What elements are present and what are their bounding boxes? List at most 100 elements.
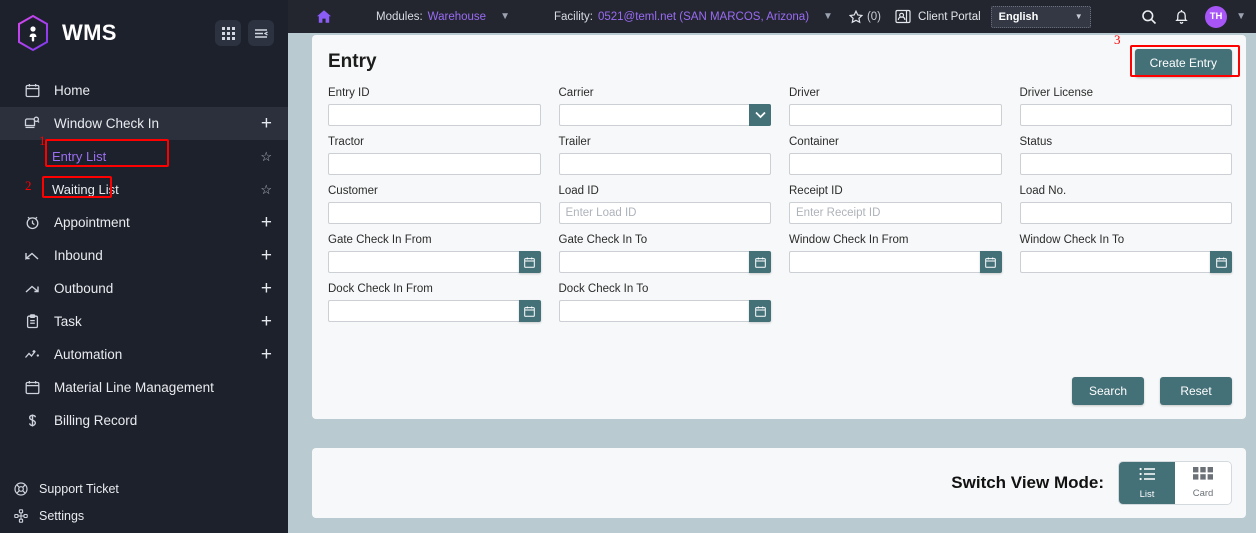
calendar-picker-icon[interactable] (749, 251, 771, 273)
expand-plus-icon[interactable]: + (261, 312, 272, 331)
field-label: Gate Check In To (558, 234, 648, 246)
sidebar-item-window-check-in[interactable]: Window Check In + (0, 107, 288, 140)
sidebar-item-automation[interactable]: Automation + (0, 338, 288, 371)
gate-check-in-to-input[interactable] (558, 251, 749, 273)
form-row: Gate Check In From Gate Check In To Wind… (328, 234, 1232, 273)
sidebar-item-settings[interactable]: Settings (0, 502, 288, 529)
field-load-no: Load No. (1019, 185, 1232, 224)
create-entry-button[interactable]: Create Entry (1134, 49, 1232, 77)
dock-check-in-to-input[interactable] (558, 300, 749, 322)
field-label: Tractor (328, 136, 364, 148)
sidebar-bottom-nav: Support Ticket Settings (0, 475, 288, 529)
view-mode-option-list[interactable]: List (1119, 462, 1175, 504)
client-portal-icon[interactable] (895, 9, 911, 24)
date-wrap (558, 251, 771, 273)
date-wrap (328, 300, 541, 322)
search-icon[interactable] (1141, 9, 1157, 25)
dollar-icon (22, 413, 42, 428)
reset-button[interactable]: Reset (1160, 377, 1232, 405)
sidebar-item-waiting-list[interactable]: Waiting List ☆ (0, 173, 288, 206)
expand-plus-icon[interactable]: + (261, 345, 272, 364)
container-input[interactable] (789, 153, 1002, 175)
view-mode-option-card[interactable]: Card (1175, 462, 1231, 504)
chevron-down-icon: ▼ (1074, 12, 1083, 21)
field-status: Status (1019, 136, 1232, 175)
sidebar-item-inbound[interactable]: Inbound + (0, 239, 288, 272)
field-dock-check-in-to: Dock Check In To (558, 283, 771, 322)
field-entry-id: Entry ID (328, 87, 541, 126)
favorite-star-icon[interactable]: ☆ (260, 149, 272, 165)
driver-input[interactable] (789, 104, 1002, 126)
field-label: Dock Check In To (558, 283, 649, 295)
view-mode-option-label: List (1139, 488, 1155, 500)
sidebar-item-label: Outbound (54, 281, 114, 296)
sidebar-item-material-line-management[interactable]: Material Line Management (0, 371, 288, 404)
trailer-input[interactable] (558, 153, 771, 175)
field-driver: Driver (789, 87, 1002, 126)
carrier-select-wrap (558, 104, 771, 126)
field-gate-check-in-to: Gate Check In To (558, 234, 771, 273)
field-receipt-id: Receipt ID (789, 185, 1002, 224)
driver-license-input[interactable] (1019, 104, 1232, 126)
sidebar-item-support-ticket[interactable]: Support Ticket (0, 475, 288, 502)
sidebar-item-billing-record[interactable]: Billing Record (0, 404, 288, 437)
notification-bell-icon[interactable] (1174, 9, 1189, 25)
field-window-check-in-to: Window Check In To (1019, 234, 1232, 273)
view-mode-toggle: List Card (1118, 461, 1232, 505)
favorite-star-icon[interactable]: ☆ (260, 182, 272, 198)
home-icon[interactable] (316, 9, 332, 24)
sidebar-item-outbound[interactable]: Outbound + (0, 272, 288, 305)
sidebar-item-home[interactable]: Home (0, 74, 288, 107)
load-no-input[interactable] (1019, 202, 1232, 224)
status-input[interactable] (1019, 153, 1232, 175)
calendar-picker-icon[interactable] (749, 300, 771, 322)
window-check-in-from-input[interactable] (789, 251, 980, 273)
date-wrap (558, 300, 771, 322)
date-wrap (789, 251, 1002, 273)
load-id-input[interactable] (558, 202, 771, 224)
carrier-select-input[interactable] (558, 104, 771, 126)
sidebar-item-entry-list[interactable]: Entry List ☆ (0, 140, 288, 173)
modules-chevron-down-icon[interactable]: ▼ (500, 11, 510, 22)
expand-plus-icon[interactable]: + (261, 279, 272, 298)
expand-plus-icon[interactable]: + (261, 213, 272, 232)
field-customer: Customer (328, 185, 541, 224)
gate-check-in-from-input[interactable] (328, 251, 519, 273)
calendar-picker-icon[interactable] (518, 300, 541, 322)
field-label: Driver License (1019, 87, 1094, 99)
sidebar-item-appointment[interactable]: Appointment + (0, 206, 288, 239)
calendar-picker-icon[interactable] (979, 251, 1002, 273)
field-dock-check-in-from: Dock Check In From (328, 283, 541, 322)
inbound-arrow-icon (22, 249, 42, 263)
field-label: Trailer (558, 136, 591, 148)
favorites-count: (0) (866, 10, 882, 23)
expand-plus-icon[interactable]: + (261, 114, 272, 133)
collapse-sidebar-icon[interactable] (248, 20, 274, 46)
window-check-in-to-input[interactable] (1019, 251, 1210, 273)
field-gate-check-in-from: Gate Check In From (328, 234, 541, 273)
avatar[interactable]: TH (1205, 5, 1228, 28)
receipt-id-input[interactable] (789, 202, 1002, 224)
facility-chevron-down-icon[interactable]: ▼ (823, 11, 833, 22)
calendar-picker-icon[interactable] (518, 251, 541, 273)
grid-apps-icon[interactable] (215, 20, 241, 46)
sidebar-item-label: Task (54, 314, 82, 329)
sidebar-item-task[interactable]: Task + (0, 305, 288, 338)
chevron-down-icon[interactable] (749, 104, 771, 126)
field-label: Carrier (558, 87, 594, 99)
tractor-input[interactable] (328, 153, 541, 175)
customer-input[interactable] (328, 202, 541, 224)
sidebar-item-label: Billing Record (54, 413, 138, 428)
avatar-chevron-down-icon[interactable]: ▼ (1236, 11, 1246, 22)
dock-check-in-from-input[interactable] (328, 300, 519, 322)
field-label: Load No. (1019, 185, 1067, 197)
language-select[interactable]: English ▼ (990, 5, 1091, 28)
entry-id-input[interactable] (328, 104, 541, 126)
field-carrier: Carrier (558, 87, 771, 126)
expand-plus-icon[interactable]: + (261, 246, 272, 265)
search-button[interactable]: Search (1072, 377, 1144, 405)
star-icon[interactable]: (0) (848, 9, 882, 24)
calendar-picker-icon[interactable] (1210, 251, 1232, 273)
sidebar-item-label: Waiting List (52, 182, 119, 197)
annotation-number-3: 3 (1114, 32, 1121, 47)
